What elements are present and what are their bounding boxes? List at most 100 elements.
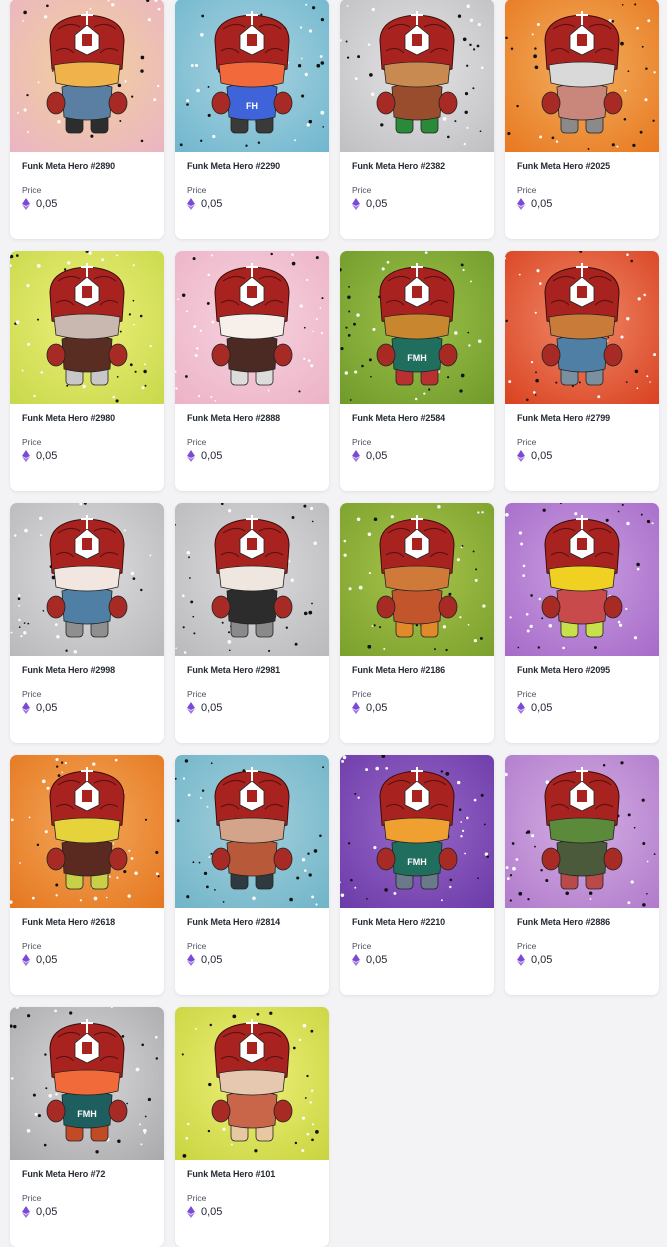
ethereum-icon bbox=[352, 450, 360, 462]
nft-info: Funk Meta Hero #2290 Price 0,05 bbox=[175, 152, 329, 210]
nft-info: Funk Meta Hero #2584 Price 0,05 bbox=[340, 404, 494, 462]
nft-name: Funk Meta Hero #2888 bbox=[187, 413, 281, 423]
nft-image[interactable] bbox=[10, 755, 164, 908]
nft-info: Funk Meta Hero #2210 Price 0,05 bbox=[340, 908, 494, 966]
price-label: Price bbox=[517, 437, 537, 447]
price-row: 0,05 bbox=[22, 702, 164, 714]
svg-text:FMH: FMH bbox=[407, 857, 427, 867]
nft-price: 0,05 bbox=[36, 702, 58, 714]
nft-info: Funk Meta Hero #2382 Price 0,05 bbox=[340, 152, 494, 210]
price-row: 0,05 bbox=[187, 1206, 329, 1218]
hero-figure-image bbox=[175, 251, 329, 404]
nft-price: 0,05 bbox=[201, 1206, 223, 1218]
nft-price: 0,05 bbox=[36, 450, 58, 462]
nft-info: Funk Meta Hero #2980 Price 0,05 bbox=[10, 404, 164, 462]
nft-image[interactable] bbox=[175, 755, 329, 908]
hero-figure-image bbox=[505, 251, 659, 404]
nft-card[interactable]: Funk Meta Hero #2025 Price 0,05 bbox=[505, 0, 659, 239]
nft-card[interactable]: FH Funk Meta Hero #2290 Price 0,05 bbox=[175, 0, 329, 239]
ethereum-icon bbox=[187, 198, 195, 210]
nft-image[interactable]: FMH bbox=[10, 1007, 164, 1160]
nft-card[interactable]: Funk Meta Hero #2890 Price 0,05 bbox=[10, 0, 164, 239]
ethereum-icon bbox=[517, 450, 525, 462]
hero-figure-image bbox=[505, 503, 659, 656]
ethereum-icon bbox=[352, 954, 360, 966]
nft-name: Funk Meta Hero #2584 bbox=[352, 413, 446, 423]
nft-card[interactable]: Funk Meta Hero #101 Price 0,05 bbox=[175, 1007, 329, 1247]
nft-image[interactable] bbox=[10, 0, 164, 152]
nft-name: Funk Meta Hero #2382 bbox=[352, 161, 446, 171]
nft-card[interactable]: Funk Meta Hero #2998 Price 0,05 bbox=[10, 503, 164, 743]
nft-card[interactable]: Funk Meta Hero #2888 Price 0,05 bbox=[175, 251, 329, 491]
price-row: 0,05 bbox=[22, 450, 164, 462]
nft-image[interactable] bbox=[175, 503, 329, 656]
hero-figure-image: FMH bbox=[340, 251, 494, 404]
nft-price: 0,05 bbox=[36, 198, 58, 210]
price-label: Price bbox=[22, 185, 42, 195]
nft-info: Funk Meta Hero #2799 Price 0,05 bbox=[505, 404, 659, 462]
nft-price: 0,05 bbox=[531, 954, 553, 966]
hero-figure-image bbox=[10, 503, 164, 656]
nft-image[interactable] bbox=[10, 251, 164, 404]
nft-price: 0,05 bbox=[201, 954, 223, 966]
nft-price: 0,05 bbox=[36, 954, 58, 966]
price-row: 0,05 bbox=[517, 702, 659, 714]
nft-card[interactable]: Funk Meta Hero #2382 Price 0,05 bbox=[340, 0, 494, 239]
nft-price: 0,05 bbox=[531, 702, 553, 714]
nft-info: Funk Meta Hero #2186 Price 0,05 bbox=[340, 656, 494, 714]
price-label: Price bbox=[352, 941, 372, 951]
nft-name: Funk Meta Hero #2618 bbox=[22, 917, 116, 927]
nft-card[interactable]: FMH Funk Meta Hero #72 Price 0,05 bbox=[10, 1007, 164, 1247]
price-row: 0,05 bbox=[352, 450, 494, 462]
nft-card[interactable]: Funk Meta Hero #2886 Price 0,05 bbox=[505, 755, 659, 995]
nft-info: Funk Meta Hero #2888 Price 0,05 bbox=[175, 404, 329, 462]
nft-card[interactable]: Funk Meta Hero #2095 Price 0,05 bbox=[505, 503, 659, 743]
nft-card[interactable]: FMH Funk Meta Hero #2210 Price 0,05 bbox=[340, 755, 494, 995]
price-row: 0,05 bbox=[22, 1206, 164, 1218]
nft-name: Funk Meta Hero #2186 bbox=[352, 665, 446, 675]
nft-card[interactable]: Funk Meta Hero #2980 Price 0,05 bbox=[10, 251, 164, 491]
ethereum-icon bbox=[22, 1206, 30, 1218]
nft-price: 0,05 bbox=[366, 954, 388, 966]
nft-image[interactable] bbox=[505, 251, 659, 404]
nft-image[interactable] bbox=[340, 0, 494, 152]
price-row: 0,05 bbox=[22, 954, 164, 966]
nft-image[interactable] bbox=[505, 755, 659, 908]
nft-image[interactable]: FMH bbox=[340, 755, 494, 908]
nft-name: Funk Meta Hero #2095 bbox=[517, 665, 611, 675]
nft-name: Funk Meta Hero #2980 bbox=[22, 413, 116, 423]
nft-image[interactable] bbox=[505, 503, 659, 656]
nft-name: Funk Meta Hero #72 bbox=[22, 1169, 106, 1179]
price-row: 0,05 bbox=[352, 702, 494, 714]
nft-name: Funk Meta Hero #101 bbox=[187, 1169, 276, 1179]
hero-figure-image bbox=[505, 0, 659, 152]
nft-image[interactable]: FMH bbox=[340, 251, 494, 404]
nft-card[interactable]: Funk Meta Hero #2814 Price 0,05 bbox=[175, 755, 329, 995]
nft-card[interactable]: Funk Meta Hero #2618 Price 0,05 bbox=[10, 755, 164, 995]
hero-figure-image bbox=[175, 503, 329, 656]
nft-image[interactable] bbox=[505, 0, 659, 152]
nft-name: Funk Meta Hero #2886 bbox=[517, 917, 611, 927]
nft-price: 0,05 bbox=[366, 450, 388, 462]
nft-image[interactable] bbox=[340, 503, 494, 656]
nft-card[interactable]: FMH Funk Meta Hero #2584 Price 0,05 bbox=[340, 251, 494, 491]
price-label: Price bbox=[517, 185, 537, 195]
nft-price: 0,05 bbox=[366, 702, 388, 714]
ethereum-icon bbox=[22, 702, 30, 714]
ethereum-icon bbox=[187, 1206, 195, 1218]
price-row: 0,05 bbox=[187, 954, 329, 966]
price-label: Price bbox=[22, 437, 42, 447]
hero-figure-image bbox=[340, 0, 494, 152]
nft-price: 0,05 bbox=[201, 450, 223, 462]
hero-figure-image bbox=[10, 251, 164, 404]
nft-image[interactable] bbox=[175, 251, 329, 404]
nft-card[interactable]: Funk Meta Hero #2799 Price 0,05 bbox=[505, 251, 659, 491]
hero-figure-image bbox=[175, 1007, 329, 1160]
nft-image[interactable] bbox=[10, 503, 164, 656]
nft-image[interactable]: FH bbox=[175, 0, 329, 152]
nft-card[interactable]: Funk Meta Hero #2981 Price 0,05 bbox=[175, 503, 329, 743]
nft-card[interactable]: Funk Meta Hero #2186 Price 0,05 bbox=[340, 503, 494, 743]
nft-grid: Funk Meta Hero #2890 Price 0,05 FH Funk … bbox=[10, 0, 659, 1247]
ethereum-icon bbox=[22, 450, 30, 462]
nft-image[interactable] bbox=[175, 1007, 329, 1160]
